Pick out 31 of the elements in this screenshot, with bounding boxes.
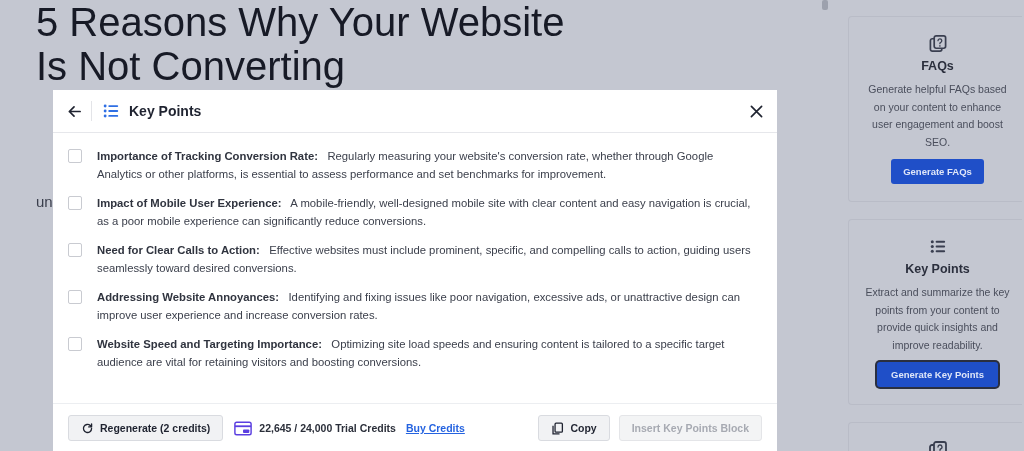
checkbox[interactable]: [68, 149, 82, 163]
dialog-title: Key Points: [129, 103, 203, 119]
checkbox[interactable]: [68, 243, 82, 257]
key-point-text: Addressing Website Annoyances: Identifying and fixing issues like poor navigation, excessive ads, or unattractive design can improve user experience and increase conversion rates.: [97, 290, 741, 323]
key-point-text: Website Speed and Targeting Importance: Optimizing site load speeds and ensuring content is tailored to a specific target audience are vital for retaining visitors and boosting conversions.: [97, 337, 726, 370]
buy-credits-link[interactable]: Buy Credits: [405, 422, 465, 434]
scrollbar[interactable]: [822, 0, 828, 10]
regenerate-button[interactable]: Regenerate (2 credits): [68, 415, 224, 441]
checkbox[interactable]: [68, 290, 82, 304]
key-point-text: Need for Clear Calls to Action: Effective websites must include prominent, specific, and compelling calls to action, guiding users seamlessly toward desired conversions.: [97, 243, 752, 276]
checkbox[interactable]: [68, 337, 82, 351]
card-title: Key Points: [905, 262, 970, 276]
close-icon[interactable]: [750, 104, 763, 118]
card-description: Generate helpful FAQs based on your content to enhance user engagement and boost SEO.: [867, 82, 1008, 150]
card-title: FAQs: [921, 59, 954, 73]
article-title: 5 Reasons Why Your Website Is Not Converting: [36, 0, 566, 88]
refresh-icon: [81, 421, 94, 435]
key-point-text: Impact of Mobile User Experience: A mobile-friendly, well-designed mobile site with clear content and easy navigation is crucial, as a poor mobile experience can significantly reduce conversions.: [97, 196, 752, 229]
checkbox[interactable]: [68, 196, 82, 210]
key-point-text: Importance of Tracking Conversion Rate: Regularly measuring your website's conversion rate, whether through Google Analytics or other platforms, is essential to assess performance and set benchmarks for improvement.: [97, 149, 715, 182]
copy-button[interactable]: Copy: [538, 415, 610, 441]
list-icon: [102, 102, 120, 120]
generate-button[interactable]: Generate FAQs: [891, 159, 984, 184]
credit-card-icon: [234, 420, 253, 436]
generate-button[interactable]: Generate Key Points: [877, 362, 998, 387]
credits-count: 22,645 / 24,000 Trial Credits: [259, 422, 396, 434]
copy-icon: [551, 421, 565, 435]
faq-icon: [927, 34, 948, 53]
article-text: un: [36, 193, 53, 210]
card-description: Extract and summarize the key points from your content to provide quick insights and improve readability.: [864, 285, 1011, 353]
back-arrow-icon[interactable]: [67, 103, 82, 119]
